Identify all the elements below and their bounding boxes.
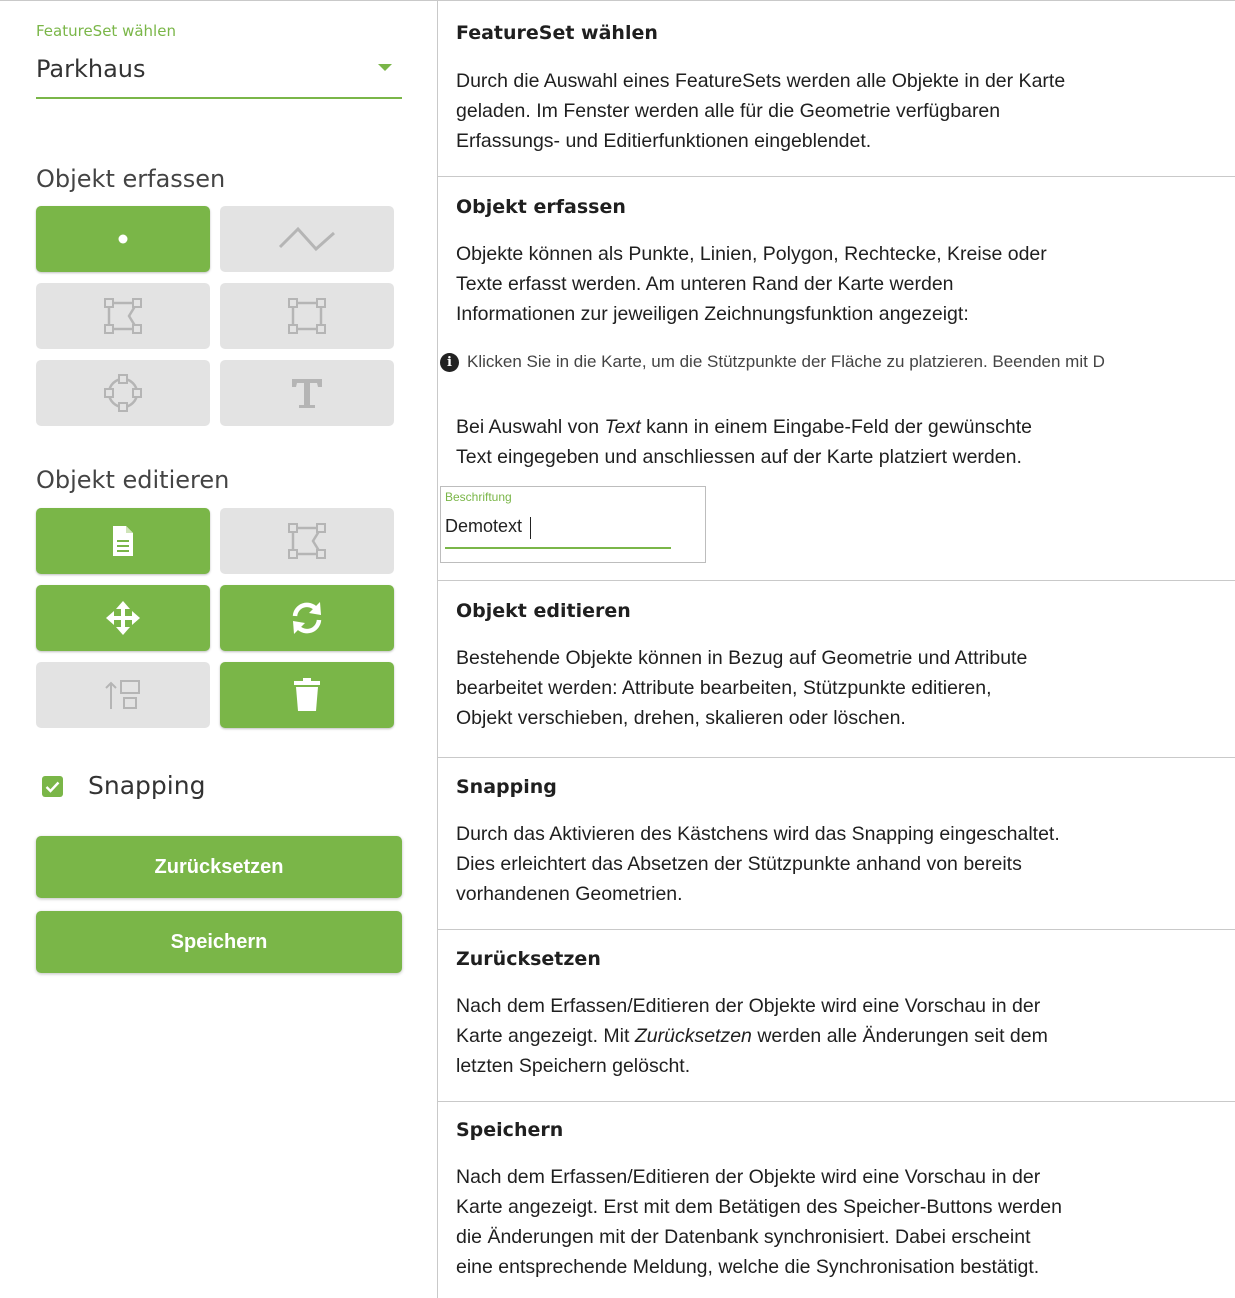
- edit-attributes-button[interactable]: [36, 508, 210, 574]
- section-text-line: Durch das Aktivieren des Kästchens wird …: [456, 823, 1060, 845]
- section-text-line: Nach dem Erfassen/Editieren der Objekte …: [456, 1166, 1041, 1188]
- edit-widget-panel: FeatureSet wählen Parkhaus Objekt erfass…: [0, 0, 437, 1298]
- save-button[interactable]: Speichern: [36, 911, 402, 973]
- section-text-line: Text eingegeben und anschliessen auf der…: [456, 446, 1022, 468]
- section-title: Speichern: [456, 1119, 564, 1141]
- section-text-line: Bestehende Objekte können in Bezug auf G…: [456, 647, 1028, 669]
- section-title: FeatureSet wählen: [456, 22, 658, 44]
- draw-polyline-button[interactable]: [220, 206, 394, 272]
- section-featureset: FeatureSet wählen Durch die Auswahl eine…: [440, 0, 1235, 176]
- text-fragment: Karte angezeigt. Mit: [456, 1025, 635, 1047]
- polygon-icon: [103, 298, 143, 334]
- text-icon: [289, 375, 325, 411]
- text-fragment: Bei Auswahl von: [456, 416, 605, 438]
- section-text-line: Karte angezeigt. Mit Zurücksetzen werden…: [456, 1022, 1219, 1051]
- draw-polygon-button[interactable]: [36, 283, 210, 349]
- drawing-hint-message: i Klicken Sie in die Karte, um die Stütz…: [440, 352, 1220, 372]
- scale-icon: [103, 677, 143, 713]
- text-cursor: [530, 517, 531, 539]
- emphasized-term: Zurücksetzen: [634, 1025, 752, 1047]
- rotate-icon: [289, 600, 325, 636]
- edit-section-title: Objekt editieren: [36, 466, 230, 494]
- section-text-line: Durch die Auswahl eines FeatureSets werd…: [456, 70, 1066, 92]
- section-text-line: vorhandenen Geometrien.: [456, 883, 683, 905]
- section-text-line: bearbeitet werden: Attribute bearbeiten,…: [456, 677, 992, 699]
- draw-circle-button[interactable]: [36, 360, 210, 426]
- column-divider: [437, 0, 438, 1298]
- section-title: Snapping: [456, 776, 557, 798]
- edit-vertices-button[interactable]: [220, 508, 394, 574]
- move-object-button[interactable]: [36, 585, 210, 651]
- featureset-select-value[interactable]: Parkhaus: [36, 55, 146, 83]
- draw-rectangle-button[interactable]: [220, 283, 394, 349]
- circle-icon: [103, 373, 143, 413]
- info-icon: i: [440, 352, 459, 372]
- section-text-line: Informationen zur jeweiligen Zeichnungsf…: [456, 303, 969, 325]
- section-text-line: geladen. Im Fenster werden alle für die …: [456, 100, 1001, 122]
- section-save: Speichern Nach dem Erfassen/Editieren de…: [440, 1101, 1235, 1298]
- section-reset: Zurücksetzen Nach dem Erfassen/Editieren…: [440, 929, 1235, 1101]
- text-fragment: kann in einem Eingabe-Feld der gewünscht…: [640, 416, 1032, 438]
- section-create: Objekt erfassen Objekte können als Punkt…: [440, 176, 1235, 580]
- section-text-line: die Änderungen mit der Datenbank synchro…: [456, 1226, 1031, 1248]
- section-text-line: Objekt verschieben, drehen, skalieren od…: [456, 707, 906, 729]
- polyline-icon: [276, 221, 338, 257]
- featureset-select-underline: [36, 97, 402, 99]
- dropdown-caret-icon[interactable]: [378, 64, 392, 71]
- section-title: Zurücksetzen: [456, 948, 601, 970]
- section-text-line: Bei Auswahl von Text kann in einem Einga…: [456, 413, 1219, 442]
- featureset-select-label: FeatureSet wählen: [36, 22, 176, 40]
- rotate-object-button[interactable]: [220, 585, 394, 651]
- section-text-line: Texte erfasst werden. Am unteren Rand de…: [456, 273, 954, 295]
- section-text-line: Erfassungs- und Editierfunktionen eingeb…: [456, 130, 872, 152]
- draw-text-button[interactable]: [220, 360, 394, 426]
- checkbox-checked-icon[interactable]: [42, 776, 63, 797]
- attributes-document-icon: [111, 525, 135, 557]
- section-text-line: letzten Speichern gelöscht.: [456, 1055, 691, 1077]
- label-input-demo: Beschriftung Demotext: [440, 486, 706, 563]
- section-edit: Objekt editieren Bestehende Objekte könn…: [440, 580, 1235, 757]
- drawing-hint-text: Klicken Sie in die Karte, um die Stützpu…: [467, 352, 1105, 371]
- text-fragment: werden alle Änderungen seit dem: [751, 1025, 1048, 1047]
- section-title: Objekt editieren: [456, 600, 631, 622]
- section-text-line: eine entsprechende Meldung, welche die S…: [456, 1256, 1040, 1278]
- label-input-underline: [445, 547, 671, 549]
- point-icon: [117, 233, 129, 245]
- draw-point-button[interactable]: [36, 206, 210, 272]
- create-section-title: Objekt erfassen: [36, 165, 226, 193]
- label-input-caption: Beschriftung: [445, 490, 512, 504]
- section-title: Objekt erfassen: [456, 196, 626, 218]
- section-text-line: Dies erleichtert das Absetzen der Stützp…: [456, 853, 1022, 875]
- vertex-edit-icon: [287, 523, 327, 559]
- section-text-line: Objekte können als Punkte, Linien, Polyg…: [456, 243, 1047, 265]
- delete-object-button[interactable]: [220, 662, 394, 728]
- rectangle-icon: [287, 298, 327, 334]
- label-input-value: Demotext: [445, 516, 523, 536]
- move-icon: [106, 601, 140, 635]
- scale-object-button[interactable]: [36, 662, 210, 728]
- section-text-line: Nach dem Erfassen/Editieren der Objekte …: [456, 995, 1041, 1017]
- snapping-label[interactable]: Snapping: [88, 771, 205, 800]
- trash-icon: [294, 678, 320, 712]
- section-snapping: Snapping Durch das Aktivieren des Kästch…: [440, 757, 1235, 929]
- reset-button[interactable]: Zurücksetzen: [36, 836, 402, 898]
- section-text-line: Karte angezeigt. Erst mit dem Betätigen …: [456, 1196, 1062, 1218]
- emphasized-term: Text: [604, 416, 641, 438]
